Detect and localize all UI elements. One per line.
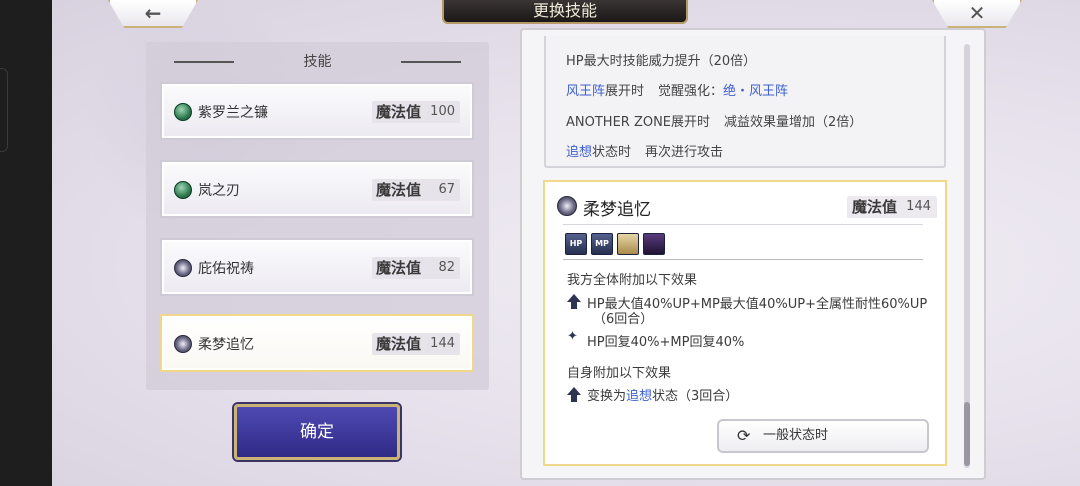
device-edge [0, 0, 52, 486]
hp-badge-icon: HP [565, 233, 587, 255]
effect-line: 变换为追想状态（3回合） [587, 389, 739, 404]
prev-effect-line-3: ANOTHER ZONE展开时 减益效果量增加（2倍） [566, 115, 863, 130]
skill-panel-header: 技能 [146, 50, 489, 74]
mp-label: 魔法值 [376, 181, 422, 199]
heal-sparkle-icon: ✦ [567, 329, 578, 344]
skill-mp-cost: 魔法值 144 [847, 196, 937, 218]
prev-effect-line-1: HP最大时技能威力提升（20倍） [566, 54, 757, 69]
skill-mp-cost: 魔法值 144 [372, 333, 460, 355]
mp-value: 144 [906, 199, 931, 214]
selected-skill-card: 柔梦追忆 魔法值 144 HP MP 我方全体附加以下效果 HP最大值40%UP… [543, 180, 947, 466]
prev-effect-line-2: 风王阵展开时 觉醒强化：绝・风王阵 [566, 84, 789, 99]
mp-label: 魔法值 [376, 259, 422, 277]
divider [563, 224, 923, 225]
buff-up-arrow-icon [567, 294, 581, 302]
close-icon: ✕ [968, 1, 986, 25]
keyword-link[interactable]: 绝・风王阵 [723, 84, 788, 99]
skill-name: 紫罗兰之镰 [198, 105, 268, 121]
mp-label: 魔法值 [376, 335, 422, 353]
reminiscence-badge-icon [643, 233, 665, 255]
effect-duration: （6回合） [593, 312, 654, 327]
mp-badge-icon: MP [591, 233, 613, 255]
mp-value: 82 [438, 260, 455, 275]
effect-section-title: 自身附加以下效果 [567, 366, 672, 381]
mp-value: 144 [430, 336, 455, 351]
keyword-link[interactable]: 追想 [566, 145, 592, 160]
divider [563, 259, 923, 260]
scrollbar-thumb[interactable] [964, 402, 970, 466]
star-orb-icon [174, 335, 192, 353]
skill-name: 岚之刃 [198, 183, 240, 199]
skill-mp-cost: 魔法值 82 [372, 257, 460, 279]
prev-effect-line-4: 追想状态时 再次进行攻击 [566, 145, 724, 160]
page-title: 更换技能 [442, 0, 688, 24]
mp-label: 魔法值 [376, 103, 422, 121]
skill-item-1[interactable]: 紫罗兰之镰 魔法值 100 [160, 82, 474, 140]
wind-orb-icon [174, 181, 192, 199]
header-ornament-right [401, 61, 461, 63]
skill-mp-cost: 魔法值 67 [372, 179, 460, 201]
back-arrow-icon: ← [144, 1, 162, 25]
skill-mp-cost: 魔法值 100 [372, 101, 460, 123]
header-ornament-left [174, 61, 234, 63]
skill-panel-title: 技能 [303, 54, 332, 70]
skill-title: 柔梦追忆 [583, 200, 651, 220]
keyword-link[interactable]: 风王阵 [566, 84, 605, 99]
mp-label: 魔法值 [852, 198, 898, 216]
status-toggle-label: 一般状态时 [763, 428, 829, 443]
skill-list-panel: 技能 紫罗兰之镰 魔法值 100 岚之刃 魔法值 67 庇佑祝祷 魔法值 82 … [146, 42, 489, 390]
skill-name: 庇佑祝祷 [198, 261, 254, 277]
skill-item-4-selected[interactable]: 柔梦追忆 魔法值 144 [160, 314, 474, 372]
effect-section-title: 我方全体附加以下效果 [567, 273, 698, 288]
resistance-badge-icon [617, 233, 639, 255]
swap-cycle-icon: ⟳ [737, 426, 751, 445]
buff-up-arrow-stem [571, 395, 577, 402]
previous-skill-card: HP最大时技能威力提升（20倍） 风王阵展开时 觉醒强化：绝・风王阵 ANOTHE… [544, 36, 946, 168]
device-notch [0, 68, 8, 152]
skill-item-3[interactable]: 庇佑祝祷 魔法值 82 [160, 238, 474, 296]
star-orb-icon [557, 196, 577, 216]
game-screen: ← 更换技能 ✕ 技能 紫罗兰之镰 魔法值 100 岚之刃 魔法值 67 庇佑祝… [0, 0, 1080, 486]
mp-value: 100 [430, 104, 455, 119]
status-toggle-button[interactable]: ⟳ 一般状态时 [717, 419, 929, 453]
effect-line: HP回复40%+MP回复40% [587, 335, 745, 350]
buff-up-arrow-stem [571, 302, 577, 309]
buff-up-arrow-icon [567, 387, 581, 395]
keyword-link[interactable]: 追想 [626, 389, 652, 404]
skill-item-2[interactable]: 岚之刃 魔法值 67 [160, 160, 474, 218]
star-orb-icon [174, 259, 192, 277]
wind-orb-icon [174, 103, 192, 121]
confirm-button[interactable]: 确定 [234, 404, 400, 460]
skill-name: 柔梦追忆 [198, 337, 254, 353]
mp-value: 67 [438, 182, 455, 197]
